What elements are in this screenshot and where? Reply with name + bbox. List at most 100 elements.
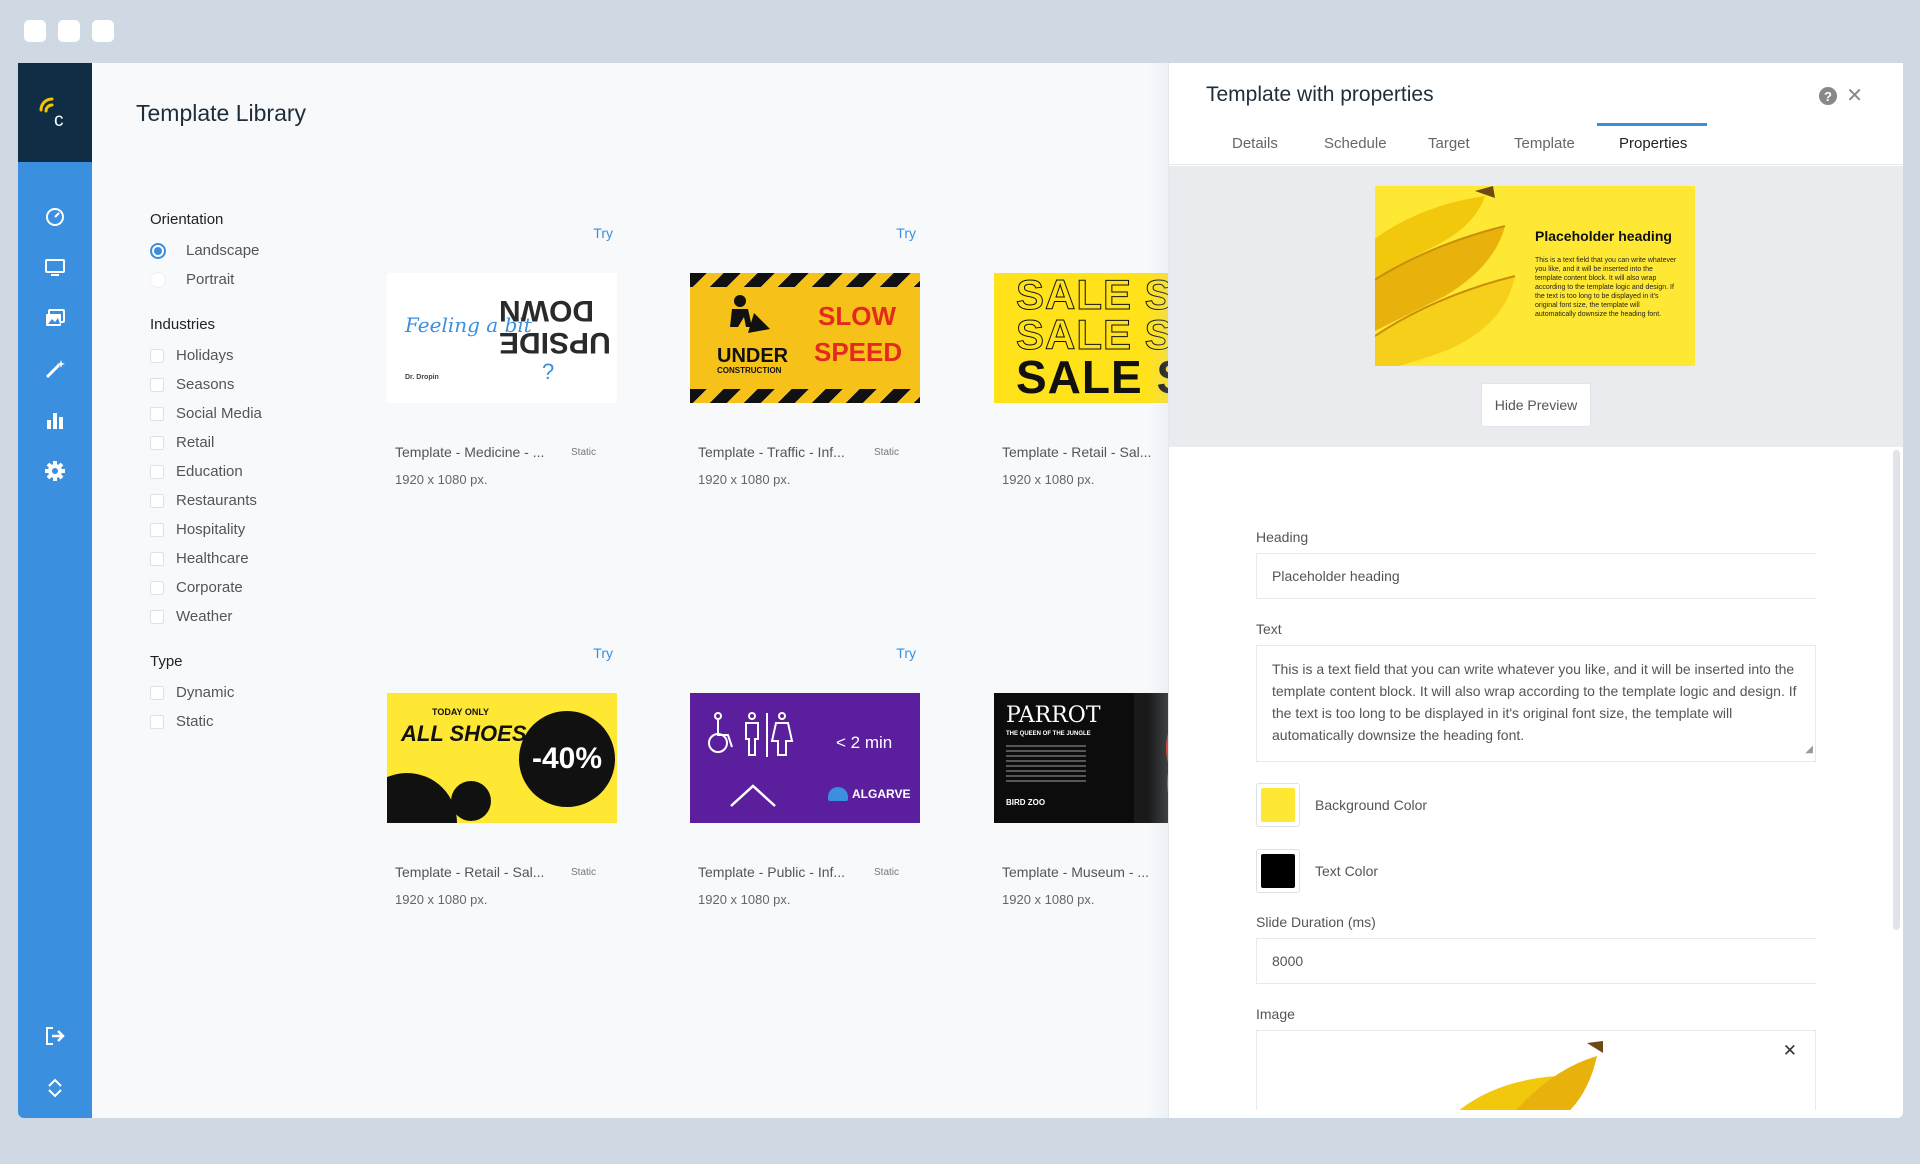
svg-text:c: c bbox=[54, 110, 64, 130]
checkbox[interactable] bbox=[150, 714, 164, 729]
try-link[interactable]: Try bbox=[593, 225, 613, 241]
filter-type: Type Dynamic Static bbox=[150, 653, 350, 736]
checkbox-label: Dynamic bbox=[176, 684, 235, 701]
try-link[interactable]: Try bbox=[896, 225, 916, 241]
checkbox-holidays[interactable]: Holidays bbox=[150, 341, 350, 370]
tab-properties[interactable]: Properties bbox=[1619, 135, 1687, 152]
template-size: 1920 x 1080 px. bbox=[698, 472, 791, 487]
checkbox[interactable] bbox=[150, 464, 164, 479]
checkbox-social-media[interactable]: Social Media bbox=[150, 399, 350, 428]
template-name: Template - Retail - Sal... bbox=[1002, 444, 1152, 460]
logout-icon[interactable] bbox=[43, 1024, 67, 1048]
template-card[interactable]: Try Feeling a bit DOWN UPSIDE ? Dr. Drop… bbox=[387, 225, 627, 495]
checkbox-seasons[interactable]: Seasons bbox=[150, 370, 350, 399]
text-color-row: Text Color bbox=[1256, 848, 1816, 894]
checkbox[interactable] bbox=[150, 522, 164, 537]
checkbox-weather[interactable]: Weather bbox=[150, 602, 350, 631]
preview-text: This is a text field that you can write … bbox=[1535, 257, 1677, 318]
checkbox[interactable] bbox=[150, 551, 164, 566]
tab-target[interactable]: Target bbox=[1428, 135, 1470, 152]
image-upload-box[interactable]: ✕ bbox=[1256, 1030, 1816, 1110]
tab-schedule[interactable]: Schedule bbox=[1324, 135, 1387, 152]
app-window: c Template Library Orientation Landscape… bbox=[18, 63, 1903, 1118]
template-name: Template - Traffic - Inf... bbox=[698, 444, 845, 460]
template-badge: Static bbox=[571, 867, 597, 878]
app-logo[interactable]: c bbox=[18, 63, 92, 162]
thumb-text: PARROT bbox=[1006, 703, 1101, 728]
checkbox-static[interactable]: Static bbox=[150, 707, 350, 736]
checkbox[interactable] bbox=[150, 377, 164, 392]
collapse-chevron-icon[interactable] bbox=[43, 1076, 67, 1100]
checkbox[interactable] bbox=[150, 685, 164, 700]
checkbox[interactable] bbox=[150, 609, 164, 624]
checkbox[interactable] bbox=[150, 406, 164, 421]
close-icon[interactable]: ✕ bbox=[1846, 83, 1863, 108]
banana-image bbox=[1375, 186, 1516, 366]
checkbox-healthcare[interactable]: Healthcare bbox=[150, 544, 350, 573]
radio-landscape[interactable]: Landscape bbox=[150, 236, 350, 265]
image-label: Image bbox=[1256, 1006, 1295, 1022]
radio-portrait[interactable]: Portrait bbox=[150, 265, 350, 294]
thumb-text: SLOW bbox=[818, 301, 896, 331]
checkbox-education[interactable]: Education bbox=[150, 457, 350, 486]
checkbox[interactable] bbox=[150, 580, 164, 595]
radio-label: Landscape bbox=[186, 242, 260, 259]
resize-handle-icon[interactable]: ◢ bbox=[1805, 739, 1813, 761]
properties-form: Heading Placeholder heading Text This is… bbox=[1256, 529, 1816, 1110]
thumb-text: UNDER bbox=[717, 345, 789, 367]
try-link[interactable]: Try bbox=[896, 645, 916, 661]
tab-template[interactable]: Template bbox=[1514, 135, 1575, 152]
checkbox[interactable] bbox=[150, 348, 164, 363]
filter-industries: Industries Holidays Seasons Social Media… bbox=[150, 316, 350, 631]
dashboard-icon[interactable] bbox=[43, 204, 67, 228]
heading-label: Heading bbox=[1256, 529, 1309, 545]
radio-checked[interactable] bbox=[150, 242, 166, 259]
checkbox-label: Hospitality bbox=[176, 521, 246, 538]
magic-wand-icon[interactable] bbox=[43, 357, 67, 381]
window-dot-close[interactable] bbox=[24, 20, 46, 42]
window-dot-maximize[interactable] bbox=[92, 20, 114, 42]
tab-details[interactable]: Details bbox=[1232, 135, 1278, 152]
remove-image-icon[interactable]: ✕ bbox=[1783, 1041, 1797, 1061]
screens-icon[interactable] bbox=[43, 255, 67, 279]
template-name: Template - Retail - Sal... bbox=[395, 864, 545, 880]
checkbox-restaurants[interactable]: Restaurants bbox=[150, 486, 350, 515]
try-link[interactable]: Try bbox=[593, 645, 613, 661]
thumb-brand: ALGARVE bbox=[852, 787, 911, 801]
heading-input[interactable]: Placeholder heading bbox=[1256, 553, 1816, 599]
thumb-brand: Dr. Dropin bbox=[405, 374, 439, 381]
text-color-label: Text Color bbox=[1315, 863, 1379, 879]
checkbox-label: Healthcare bbox=[176, 550, 249, 567]
checkbox[interactable] bbox=[150, 493, 164, 508]
checkbox-dynamic[interactable]: Dynamic bbox=[150, 678, 350, 707]
checkbox-label: Restaurants bbox=[176, 492, 257, 509]
checkbox[interactable] bbox=[150, 435, 164, 450]
thumb-text: ? bbox=[542, 359, 555, 384]
checkbox-corporate[interactable]: Corporate bbox=[150, 573, 350, 602]
template-thumbnail: Feeling a bit DOWN UPSIDE ? Dr. Dropin bbox=[387, 273, 617, 403]
template-card[interactable]: Try UNDER CONSTRUCTION SLOW SPEED Templa… bbox=[690, 225, 930, 495]
template-card[interactable]: Try TODAY ONLY ALL SHOES -40% Template -… bbox=[387, 645, 627, 915]
filter-panel: Orientation Landscape Portrait Industrie… bbox=[150, 211, 350, 758]
radio-unchecked[interactable] bbox=[150, 271, 166, 288]
analytics-icon[interactable] bbox=[43, 408, 67, 432]
template-card[interactable]: Try < 2 min ALGARVE Template - Public - … bbox=[690, 645, 930, 915]
textarea-content: This is a text field that you can write … bbox=[1272, 661, 1797, 743]
window-dot-minimize[interactable] bbox=[58, 20, 80, 42]
settings-gear-icon[interactable] bbox=[43, 459, 67, 483]
template-name: Template - Museum - ... bbox=[1002, 864, 1150, 880]
duration-input[interactable]: 8000 bbox=[1256, 938, 1816, 984]
media-icon[interactable] bbox=[43, 306, 67, 330]
panel-scrollbar[interactable] bbox=[1893, 450, 1900, 930]
text-textarea[interactable]: This is a text field that you can write … bbox=[1256, 645, 1816, 762]
help-icon[interactable]: ? bbox=[1819, 87, 1837, 105]
filter-heading: Orientation bbox=[150, 211, 224, 228]
thumb-text: SPEED bbox=[814, 337, 903, 367]
background-color-swatch[interactable] bbox=[1256, 783, 1300, 827]
hide-preview-button[interactable]: Hide Preview bbox=[1481, 383, 1591, 427]
checkbox-hospitality[interactable]: Hospitality bbox=[150, 515, 350, 544]
checkbox-label: Corporate bbox=[176, 579, 243, 596]
sidebar-bottom bbox=[18, 1024, 92, 1100]
text-color-swatch[interactable] bbox=[1256, 849, 1300, 893]
checkbox-retail[interactable]: Retail bbox=[150, 428, 350, 457]
